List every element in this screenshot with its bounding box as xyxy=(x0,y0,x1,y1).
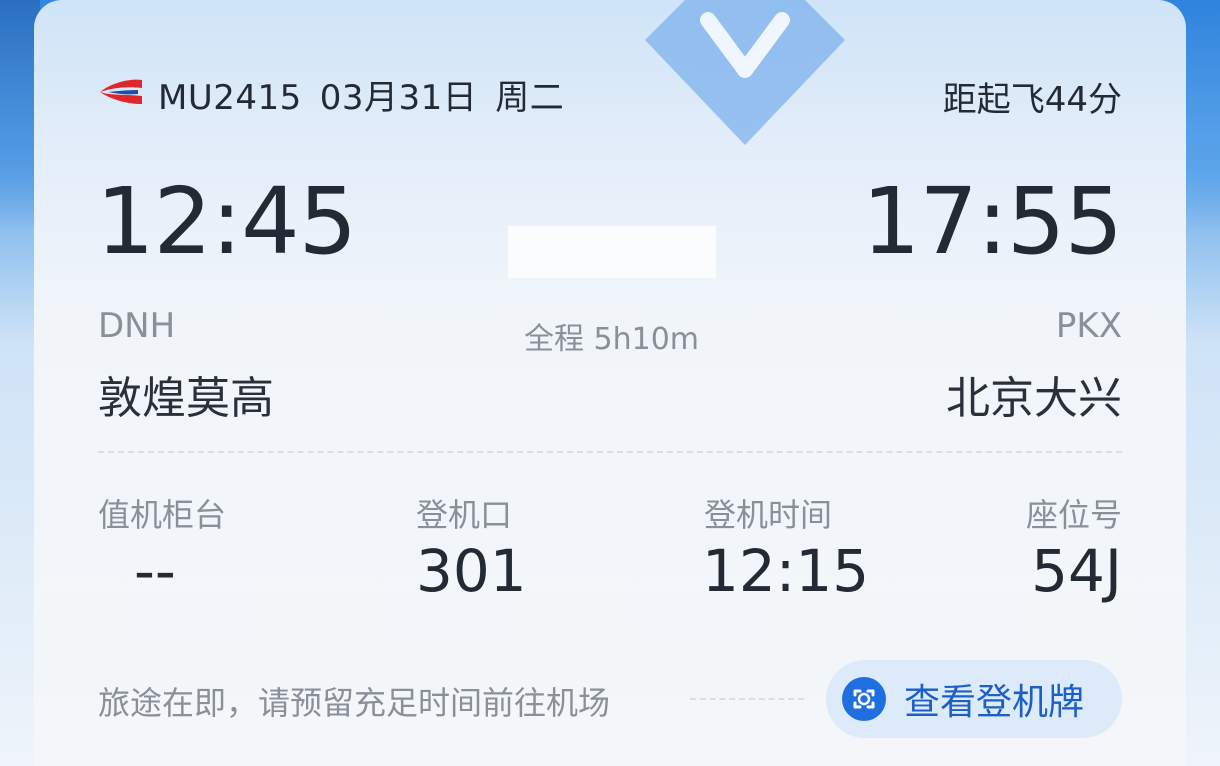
boarding-time-value: 12:15 xyxy=(702,537,870,605)
divider xyxy=(98,451,1122,453)
flight-number: MU2415 xyxy=(158,78,302,118)
departure-countdown: 距起飞44分 xyxy=(942,80,1122,120)
flight-date: 03月31日 xyxy=(319,78,478,118)
arrival-city: 北京大兴 xyxy=(946,373,1122,424)
flight-info: MU2415 03月31日 周二 xyxy=(158,70,582,119)
departure-city: 敦煌莫高 xyxy=(98,373,274,424)
scan-icon xyxy=(842,677,886,721)
flight-card[interactable]: MU2415 03月31日 周二 距起飞44分 12:45 17:55 DNH 全程… xyxy=(34,0,1186,766)
travel-tip: 旅途在即，请预留充足时间前往机场 xyxy=(98,684,611,722)
checkin-counter-value: -- xyxy=(134,537,176,605)
flight-duration: 全程 5h10m xyxy=(524,322,700,357)
gate-value: 301 xyxy=(416,537,527,605)
departure-airport-code: DNH xyxy=(98,306,176,346)
boarding-time-label: 登机时间 xyxy=(704,496,833,534)
tip-divider xyxy=(690,698,804,700)
highlight-patch xyxy=(508,226,716,278)
seat-value: 54J xyxy=(1031,537,1122,605)
view-boarding-pass-label: 查看登机牌 xyxy=(904,682,1085,723)
flight-weekday: 周二 xyxy=(495,78,565,118)
flight-header: MU2415 03月31日 周二 距起飞44分 xyxy=(98,68,1122,120)
seat-label: 座位号 xyxy=(1025,496,1122,534)
background-right xyxy=(1180,0,1220,230)
view-boarding-pass-button[interactable]: 查看登机牌 xyxy=(826,660,1122,738)
arrival-time: 17:55 xyxy=(861,168,1123,275)
arrival-airport-code: PKX xyxy=(1055,306,1122,346)
checkin-counter-label: 值机柜台 xyxy=(98,496,227,534)
gate-label: 登机口 xyxy=(416,496,513,534)
departure-time: 12:45 xyxy=(96,168,357,275)
china-eastern-logo-icon xyxy=(100,79,142,104)
